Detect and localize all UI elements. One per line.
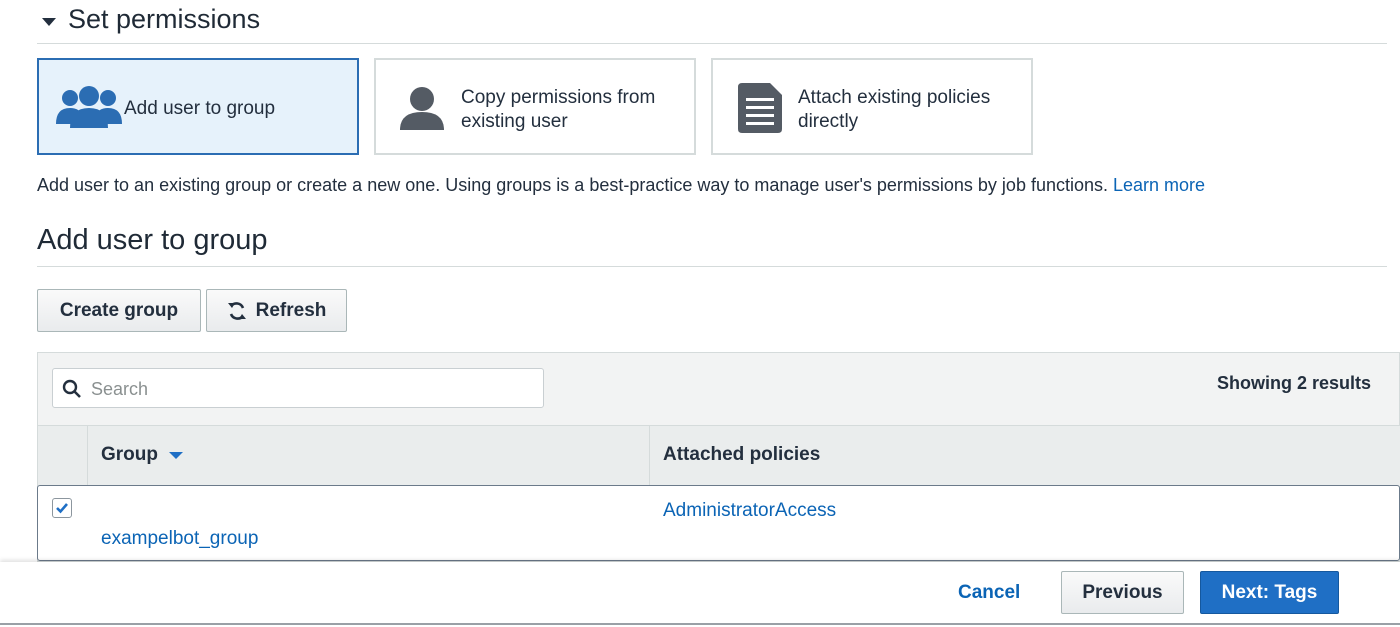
- option-add-user-to-group[interactable]: Add user to group: [37, 58, 359, 155]
- option-label: directly: [798, 111, 859, 132]
- option-label: Attach existing policies: [798, 87, 991, 108]
- previous-button[interactable]: Previous: [1061, 571, 1184, 614]
- option-label: Add user to group: [124, 98, 276, 119]
- collapse-caret-icon[interactable]: [42, 18, 56, 26]
- policy-link[interactable]: AdministratorAccess: [663, 500, 836, 522]
- create-group-label: Create group: [59, 299, 179, 321]
- results-count: Showing 2 results: [1216, 373, 1371, 393]
- previous-label: Previous: [1082, 581, 1163, 603]
- option-attach-policies[interactable]: Attach existing policies directly: [711, 58, 1033, 155]
- column-header-attached-policies: Attached policies: [663, 444, 821, 465]
- bottom-divider: [0, 623, 1400, 625]
- search-input[interactable]: [89, 369, 533, 409]
- option-label: Copy permissions from: [461, 87, 656, 108]
- column-divider: [649, 425, 650, 485]
- column-header-group[interactable]: Group: [101, 444, 183, 466]
- refresh-label: Refresh: [255, 299, 327, 321]
- cancel-button[interactable]: Cancel: [958, 582, 1020, 604]
- checkmark-icon: [56, 503, 68, 514]
- search-box[interactable]: [52, 368, 544, 409]
- column-divider: [87, 425, 88, 485]
- create-group-button[interactable]: Create group: [37, 289, 201, 332]
- row-checkbox[interactable]: [52, 498, 72, 518]
- wizard-footer: [0, 562, 1400, 627]
- description-text: Add user to an existing group or create …: [37, 175, 1108, 195]
- users-group-icon: [56, 86, 122, 128]
- refresh-button[interactable]: Refresh: [206, 289, 347, 332]
- sort-caret-down-icon[interactable]: [169, 451, 183, 459]
- learn-more-link[interactable]: Learn more: [1113, 175, 1205, 195]
- document-icon: [738, 83, 782, 133]
- next-tags-label: Next: Tags: [1221, 581, 1318, 603]
- subheading: Add user to group: [37, 224, 268, 256]
- next-tags-button[interactable]: Next: Tags: [1200, 571, 1339, 614]
- section-title[interactable]: Set permissions: [68, 4, 260, 35]
- option-label: existing user: [461, 111, 568, 132]
- subheading-divider: [37, 266, 1387, 267]
- search-icon: [62, 379, 81, 398]
- group-name-link[interactable]: exampelbot_group: [101, 528, 258, 550]
- column-header-label: Group: [101, 444, 158, 465]
- option-copy-permissions[interactable]: Copy permissions from existing user: [374, 58, 696, 155]
- user-silhouette-icon: [400, 87, 444, 130]
- section-divider: [37, 43, 1387, 44]
- section-description: Add user to an existing group or create …: [37, 175, 1205, 196]
- refresh-icon: [227, 301, 246, 320]
